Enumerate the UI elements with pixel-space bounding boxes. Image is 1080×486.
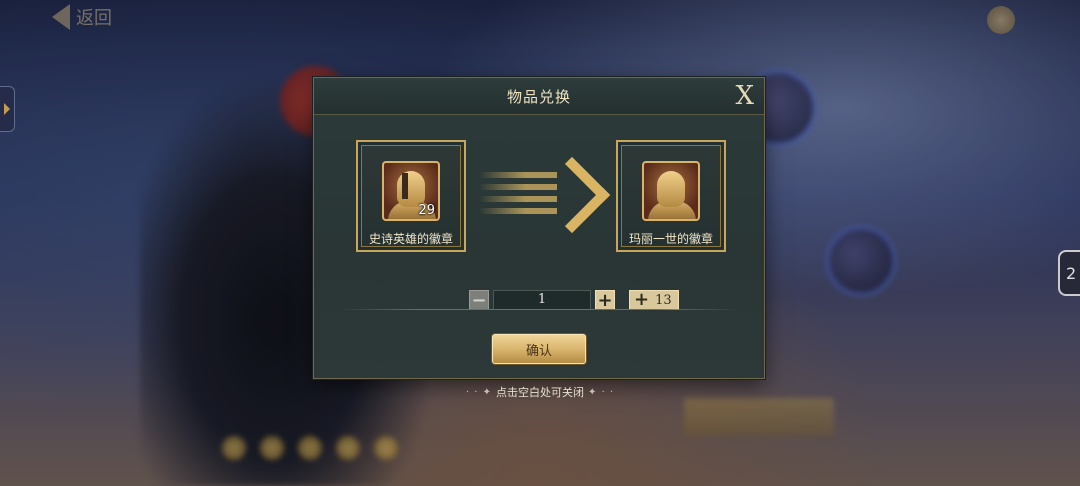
target-item-name: 玛丽一世的徽章 [628, 232, 713, 246]
close-button[interactable]: X [735, 81, 754, 111]
source-item-name: 史诗英雄的徽章 [368, 232, 453, 246]
exchange-arrow-icon [479, 156, 611, 234]
epic-hero-badge-icon: 29 [382, 161, 440, 221]
mary-badge-icon [642, 161, 700, 221]
close-hint: · · ✦ 点击空白处可关闭 ✦ · · [462, 384, 618, 400]
max-quantity-button[interactable]: + 13 [629, 290, 679, 310]
ornament-icon: · · ✦ [465, 386, 492, 398]
item-exchange-dialog: 物品兑换 X 29 史诗英雄的徽章 玛丽一世的徽章 − 1 + + 13 确认 [313, 77, 765, 379]
plus-icon: + [634, 289, 650, 310]
max-quantity-value: 13 [655, 292, 672, 308]
dialog-header: 物品兑换 X [314, 78, 764, 115]
quantity-stepper: − 1 + + 13 [469, 290, 679, 311]
item-count: 29 [418, 203, 435, 218]
increase-button[interactable]: + [595, 290, 615, 311]
source-item-slot[interactable]: 29 史诗英雄的徽章 [356, 140, 466, 252]
decrease-button[interactable]: − [469, 290, 489, 311]
divider [338, 309, 740, 310]
dialog-title: 物品兑换 [506, 87, 571, 106]
confirm-button[interactable]: 确认 [492, 334, 586, 364]
ornament-icon: ✦ · · [588, 386, 615, 398]
close-hint-text: 点击空白处可关闭 [496, 386, 584, 399]
quantity-input[interactable]: 1 [493, 290, 591, 310]
target-item-slot[interactable]: 玛丽一世的徽章 [616, 140, 726, 252]
